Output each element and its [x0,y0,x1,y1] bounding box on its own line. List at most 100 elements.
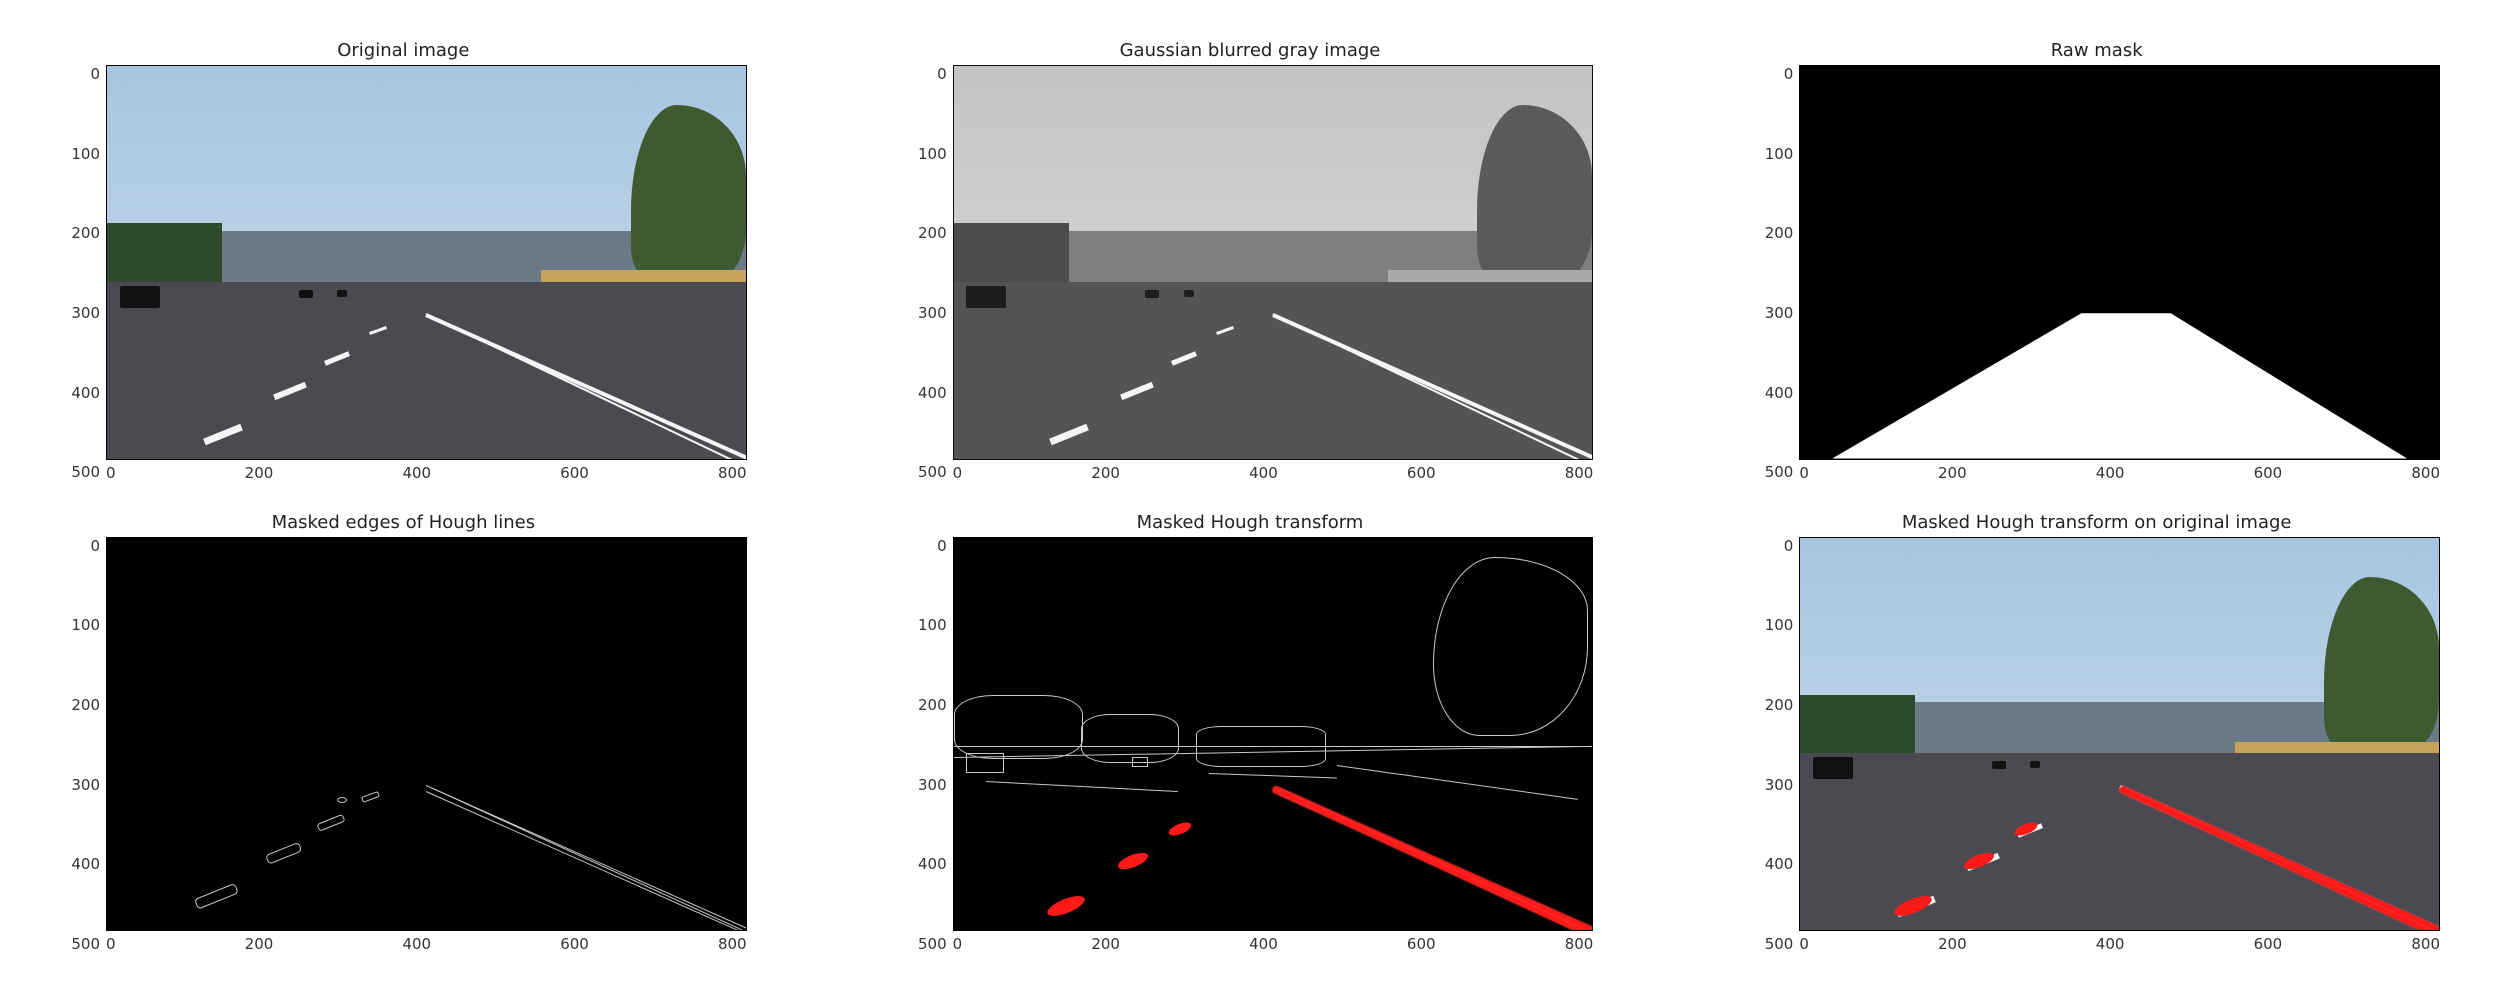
ytick: 100 [71,145,100,163]
ytick: 400 [918,855,947,873]
ytick: 400 [1765,855,1794,873]
subplot-hough-photo: Masked Hough transform on original image… [1753,512,2440,954]
ytick: 400 [71,384,100,402]
axes: 0 100 200 300 400 500 [60,65,747,482]
x-axis: 0 200 400 600 800 [953,931,1594,953]
ytick: 200 [71,696,100,714]
x-axis: 0 200 400 600 800 [1799,931,2440,953]
axes: 0 100 200 300 400 500 0 200 400 600 800 [1753,65,2440,482]
ytick: 500 [71,935,100,953]
xtick: 800 [2411,935,2440,953]
ytick: 300 [1765,776,1794,794]
xtick: 0 [1799,464,1809,482]
axes: 0 100 200 300 400 500 [907,537,1594,954]
image-panel [1799,537,2440,932]
ytick: 100 [918,145,947,163]
xtick: 800 [718,464,747,482]
ytick: 200 [918,696,947,714]
x-axis: 0 200 400 600 800 [953,460,1594,482]
axes: 0 100 200 300 400 500 [60,537,747,954]
subplot-hough-edges: Masked Hough transform 0 100 200 300 400… [907,512,1594,954]
xtick: 800 [718,935,747,953]
ytick: 500 [1765,935,1794,953]
y-axis: 0 100 200 300 400 500 [1753,537,1799,954]
y-axis: 0 100 200 300 400 500 [60,537,106,954]
xtick: 600 [560,464,589,482]
image-panel [106,65,747,460]
xtick: 400 [402,464,431,482]
ytick: 400 [1765,384,1794,402]
subplot-mask: Raw mask 0 100 200 300 400 500 0 200 400 [1753,40,2440,482]
image-panel [953,537,1594,932]
x-axis: 0 200 400 600 800 [106,460,747,482]
xtick: 800 [1565,935,1594,953]
ytick: 500 [71,463,100,481]
xtick: 200 [245,935,274,953]
subplot-title: Masked Hough transform [1137,512,1364,533]
ytick: 0 [937,537,947,555]
ytick: 400 [918,384,947,402]
ytick: 300 [1765,304,1794,322]
xtick: 400 [2096,935,2125,953]
ytick: 500 [918,463,947,481]
axes: 0 100 200 300 400 500 [1753,537,2440,954]
ytick: 200 [918,224,947,242]
ytick: 100 [1765,616,1794,634]
xtick: 600 [2254,464,2283,482]
ytick: 100 [1765,145,1794,163]
ytick: 300 [918,776,947,794]
image-panel [953,65,1594,460]
y-axis: 0 100 200 300 400 500 [907,65,953,482]
ytick: 200 [71,224,100,242]
xtick: 600 [560,935,589,953]
xtick: 200 [1091,935,1120,953]
ytick: 100 [71,616,100,634]
ytick: 500 [1765,463,1794,481]
xtick: 600 [1407,935,1436,953]
xtick: 200 [245,464,274,482]
subplot-original: Original image 0 100 200 300 400 500 [60,40,747,482]
xtick: 0 [953,935,963,953]
y-axis: 0 100 200 300 400 500 [60,65,106,482]
image-panel [1799,65,2440,460]
ytick: 300 [71,304,100,322]
xtick: 200 [1091,464,1120,482]
ytick: 300 [918,304,947,322]
y-axis: 0 100 200 300 400 500 [907,537,953,954]
ytick: 0 [90,65,100,83]
ytick: 300 [71,776,100,794]
subplot-title: Masked edges of Hough lines [272,512,536,533]
xtick: 400 [402,935,431,953]
xtick: 400 [1249,464,1278,482]
xtick: 400 [1249,935,1278,953]
xtick: 800 [1565,464,1594,482]
xtick: 200 [1938,935,1967,953]
xtick: 800 [2411,464,2440,482]
ytick: 100 [918,616,947,634]
subplot-title: Original image [337,40,469,61]
xtick: 600 [2254,935,2283,953]
ytick: 0 [90,537,100,555]
subplot-edges-masked: Masked edges of Hough lines 0 100 200 30… [60,512,747,954]
xtick: 0 [1799,935,1809,953]
ytick: 200 [1765,224,1794,242]
subplot-title: Masked Hough transform on original image [1902,512,2292,533]
y-axis: 0 100 200 300 400 500 [1753,65,1799,482]
axes: 0 100 200 300 400 500 [907,65,1594,482]
ytick: 500 [918,935,947,953]
xtick: 200 [1938,464,1967,482]
subplot-title: Raw mask [2051,40,2143,61]
image-panel [106,537,747,932]
x-axis: 0 200 400 600 800 [106,931,747,953]
ytick: 0 [1784,65,1794,83]
xtick: 0 [106,464,116,482]
ytick: 400 [71,855,100,873]
xtick: 600 [1407,464,1436,482]
x-axis: 0 200 400 600 800 [1799,460,2440,482]
ytick: 0 [937,65,947,83]
subplot-title: Gaussian blurred gray image [1120,40,1381,61]
xtick: 400 [2096,464,2125,482]
figure: Original image 0 100 200 300 400 500 [0,0,2500,1003]
ytick: 0 [1784,537,1794,555]
xtick: 0 [106,935,116,953]
